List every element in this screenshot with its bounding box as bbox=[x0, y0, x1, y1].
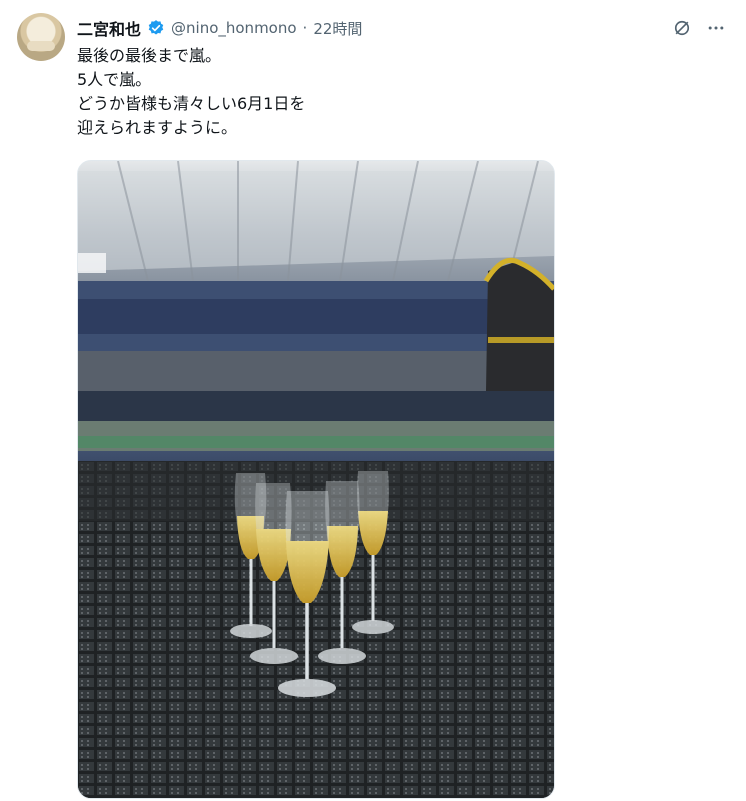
tweet-text-line: 5人で嵐。 bbox=[77, 70, 152, 89]
tweet-photo[interactable] bbox=[77, 160, 555, 799]
handle[interactable]: @nino_honmono bbox=[171, 19, 297, 37]
tweet-header: 二宮和也 @nino_honmono · 22時間 bbox=[77, 16, 362, 40]
display-name[interactable]: 二宮和也 bbox=[77, 16, 141, 40]
separator: · bbox=[302, 19, 308, 37]
tweet-actions bbox=[670, 16, 728, 40]
tweet-text: 最後の最後まで嵐。 5人で嵐。 どうか皆様も清々しい6月1日を 迎えられますよう… bbox=[77, 44, 597, 140]
tweet-text-line: どうか皆様も清々しい6月1日を bbox=[77, 94, 306, 113]
tweet-text-line: 最後の最後まで嵐。 bbox=[77, 46, 222, 65]
tweet: 二宮和也 @nino_honmono · 22時間 最後の最後まで嵐。 5人で嵐… bbox=[0, 0, 746, 801]
avatar[interactable] bbox=[17, 13, 65, 61]
more-icon[interactable] bbox=[704, 16, 728, 40]
timestamp[interactable]: 22時間 bbox=[313, 18, 362, 39]
verified-badge-icon bbox=[147, 19, 165, 37]
champagne-glasses-photo bbox=[78, 161, 554, 798]
grok-icon[interactable] bbox=[670, 16, 694, 40]
tweet-text-line: 迎えられますように。 bbox=[77, 118, 238, 137]
